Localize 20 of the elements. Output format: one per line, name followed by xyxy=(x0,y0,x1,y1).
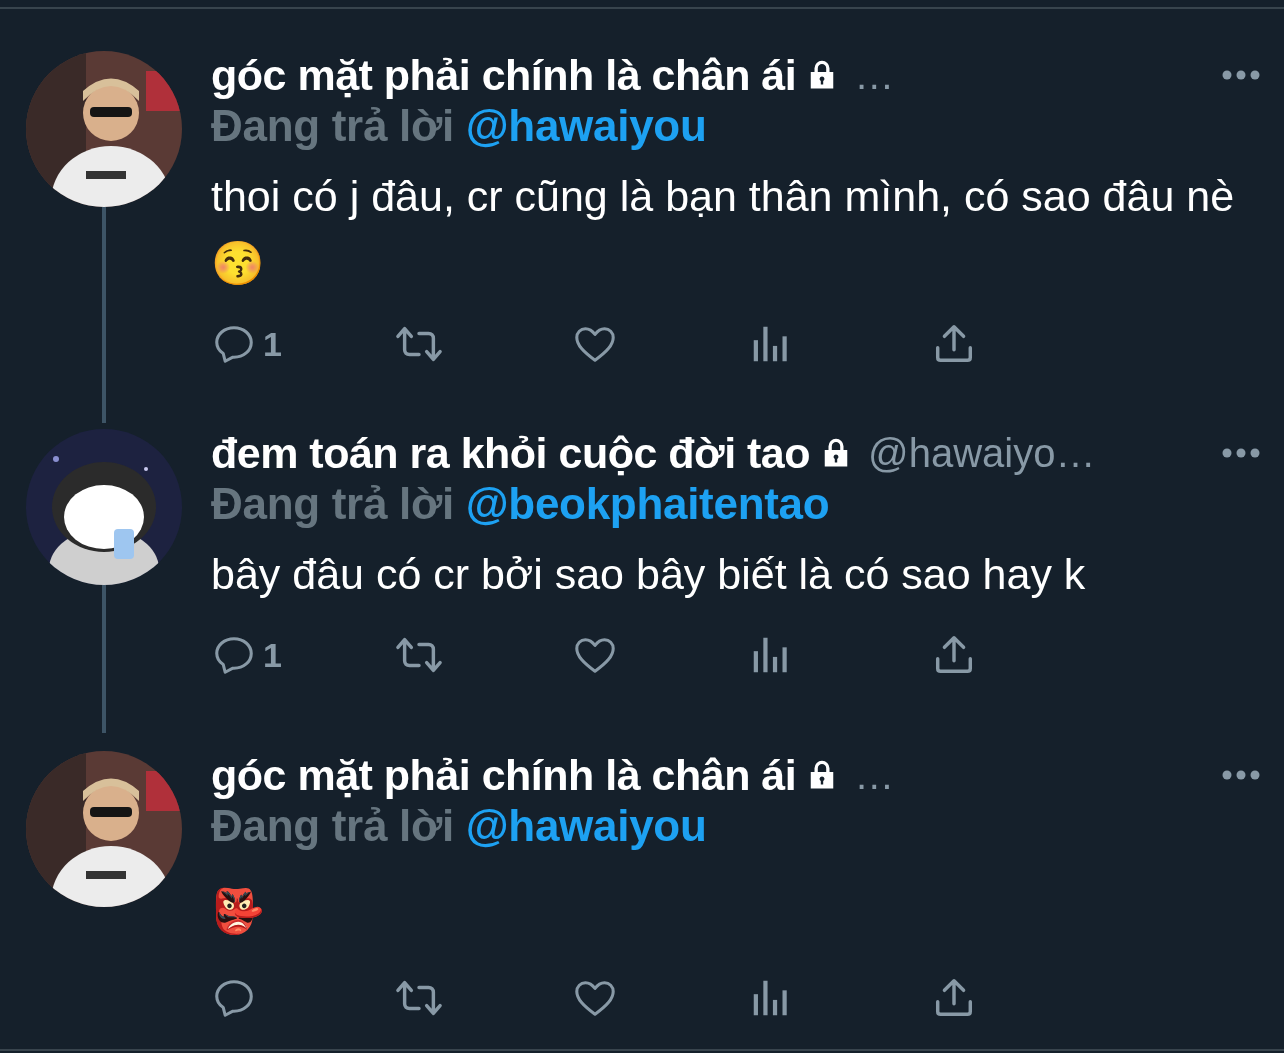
author-handle: @hawaiyo… xyxy=(868,430,1097,476)
replying-to-label: Đang trả lời xyxy=(211,479,454,528)
author-name[interactable]: đem toán ra khỏi cuộc đời tao xyxy=(211,428,811,478)
author-handle: … xyxy=(854,52,896,98)
replying-to-label: Đang trả lời xyxy=(211,101,454,150)
tweet-text: 👺 xyxy=(211,886,266,937)
reply-count: 1 xyxy=(263,635,282,675)
mention-link[interactable]: @hawaiyou xyxy=(465,801,707,850)
more-icon[interactable] xyxy=(1222,70,1260,80)
more-icon[interactable] xyxy=(1222,770,1260,780)
replying-to-label: Đang trả lời xyxy=(211,801,454,850)
more-icon[interactable] xyxy=(1222,448,1260,458)
mention-link[interactable]: @beokphaitentao xyxy=(465,479,830,528)
author-name[interactable]: góc mặt phải chính là chân ái xyxy=(211,750,797,800)
author-name[interactable]: góc mặt phải chính là chân ái xyxy=(211,50,797,100)
mention-link[interactable]: @hawaiyou xyxy=(465,101,707,150)
author-handle: … xyxy=(854,752,896,798)
reply-count: 1 xyxy=(263,324,282,364)
tweet-text: thoi có j đâu, cr cũng là bạn thân mình, có sao đâu nè😚 xyxy=(211,171,1236,289)
tweet-text: bây đâu có cr bởi sao bây biết là có sao hay k xyxy=(211,549,1087,600)
